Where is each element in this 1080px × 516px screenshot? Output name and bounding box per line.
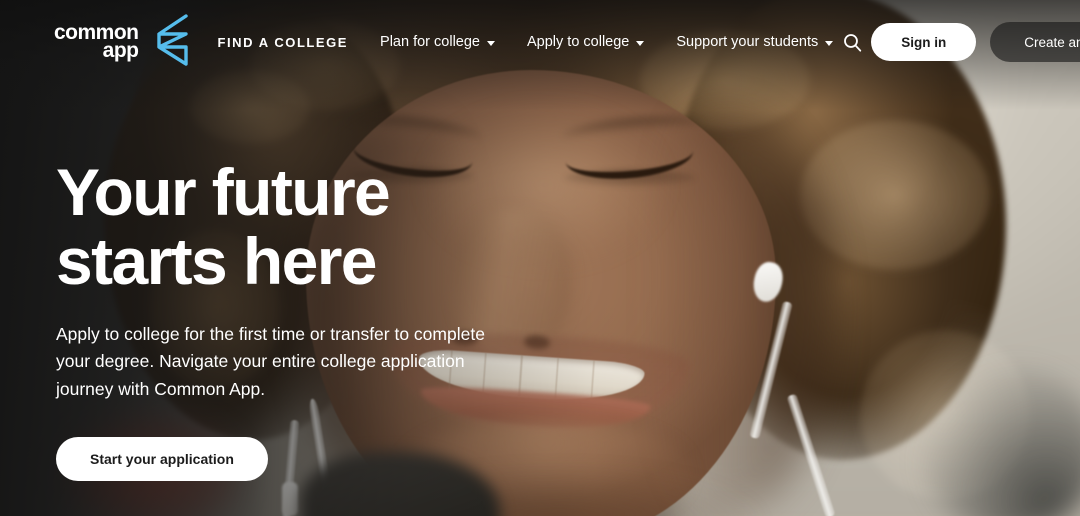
- logo-text-app: app: [102, 39, 139, 62]
- sign-in-button[interactable]: Sign in: [871, 23, 977, 61]
- common-app-logo[interactable]: common app: [54, 13, 188, 71]
- site-header: common app FIND A COLLEGE Plan for colle…: [0, 0, 1080, 84]
- hero-headline: Your future starts here: [56, 155, 391, 298]
- chevron-down-icon: [486, 40, 495, 46]
- chevron-down-icon: [825, 40, 834, 46]
- hero-subtitle: Apply to college for the first time or t…: [56, 324, 485, 399]
- nav-item-apply-to-college[interactable]: Apply to college: [525, 28, 646, 56]
- nav-item-find-a-college[interactable]: FIND A COLLEGE: [216, 29, 351, 56]
- header-actions: Sign in Create an account: [835, 22, 1080, 62]
- chevron-down-icon: [636, 40, 645, 46]
- nav-label-apply-to-college: Apply to college: [526, 34, 630, 50]
- hero-section: Your future starts here Apply to college…: [56, 158, 576, 481]
- logo-wordmark: common app: [54, 21, 139, 62]
- nav-item-support-your-students[interactable]: Support your students: [674, 28, 835, 56]
- create-an-account-button[interactable]: Create an account: [990, 22, 1080, 62]
- primary-navigation: FIND A COLLEGE Plan for college Apply to…: [216, 28, 836, 56]
- common-app-ribbon-mark-icon: [146, 13, 188, 71]
- search-icon[interactable]: [835, 25, 869, 59]
- nav-item-plan-for-college[interactable]: Plan for college: [378, 28, 497, 56]
- nav-label-support-your-students: Support your students: [676, 34, 819, 50]
- start-your-application-button[interactable]: Start your application: [56, 436, 268, 481]
- page-root: common app FIND A COLLEGE Plan for colle…: [0, 0, 1080, 516]
- nav-label-plan-for-college: Plan for college: [380, 34, 480, 50]
